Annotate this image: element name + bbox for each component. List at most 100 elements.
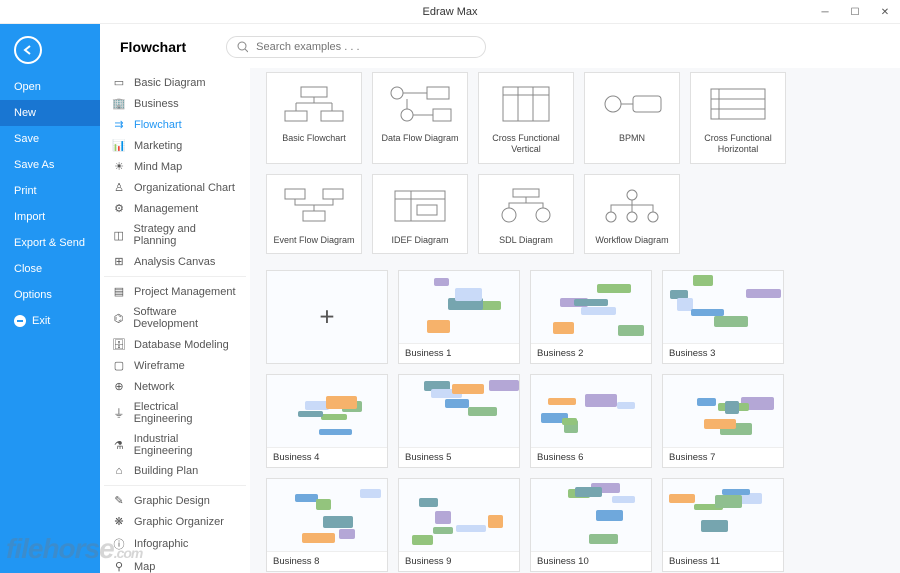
template-label: BPMN <box>619 133 645 144</box>
category-item-strategy-and-planning[interactable]: ◫ Strategy and Planning <box>104 219 246 251</box>
example-card-business-9[interactable]: Business 9 <box>398 478 520 572</box>
sidebar-item-print[interactable]: Print <box>0 178 100 204</box>
example-card-business-2[interactable]: Business 2 <box>530 270 652 364</box>
maximize-button[interactable]: ☐ <box>840 0 870 24</box>
template-card-bpmn[interactable]: BPMN <box>584 72 680 164</box>
search-box[interactable] <box>226 36 486 58</box>
sidebar-item-options[interactable]: Options <box>0 282 100 308</box>
app-window: Edraw Max ─ ☐ ✕ OpenNewSaveSave AsPrintI… <box>0 0 900 573</box>
example-card-business-8[interactable]: Business 8 <box>266 478 388 572</box>
category-item-management[interactable]: ⚙Management <box>104 198 246 219</box>
category-icon: ▭ <box>112 76 126 89</box>
sidebar-item-exit[interactable]: Exit <box>0 308 100 334</box>
template-card-event-flow-diagram[interactable]: Event Flow Diagram <box>266 174 362 255</box>
sidebar-item-save-as[interactable]: Save As <box>0 152 100 178</box>
template-card-cross-functional-horizontal[interactable]: Cross Functional Horizontal <box>690 72 786 164</box>
sidebar-item-new[interactable]: New <box>0 100 100 126</box>
category-item-database-modeling[interactable]: 🗄Database Modeling <box>104 334 246 355</box>
example-card-business-6[interactable]: Business 6 <box>530 374 652 468</box>
minimize-button[interactable]: ─ <box>810 0 840 24</box>
category-group-0: ▭Basic Diagram🏢Business⇉Flowchart📊Market… <box>104 68 246 277</box>
sidebar-item-open[interactable]: Open <box>0 74 100 100</box>
example-preview <box>267 479 387 551</box>
category-icon: ▢ <box>112 359 126 372</box>
category-item-graphic-organizer[interactable]: ❋Graphic Organizer <box>104 511 246 532</box>
sidebar-item-close[interactable]: Close <box>0 256 100 282</box>
category-item-analysis-canvas[interactable]: ⊞Analysis Canvas <box>104 251 246 272</box>
template-card-idef-diagram[interactable]: IDEF Diagram <box>372 174 468 255</box>
category-item-graphic-design[interactable]: ✎Graphic Design <box>104 490 246 511</box>
category-item-basic-diagram[interactable]: ▭Basic Diagram <box>104 72 246 93</box>
category-item-building-plan[interactable]: ⌂Building Plan <box>104 461 246 481</box>
sidebar-item-save[interactable]: Save <box>0 126 100 152</box>
template-thumb-icon <box>377 83 463 125</box>
example-preview <box>663 375 783 447</box>
category-item-industrial-engineering[interactable]: ⚗Industrial Engineering <box>104 429 246 461</box>
template-thumb-icon <box>589 83 675 125</box>
example-label: Business 6 <box>531 447 651 467</box>
example-card-business-1[interactable]: Business 1 <box>398 270 520 364</box>
main-panel: Flowchart ▭Basic Diagram🏢Business⇉Flowch… <box>100 24 900 573</box>
plus-icon: + <box>267 271 387 363</box>
main-header: Flowchart <box>100 24 900 68</box>
close-button[interactable]: ✕ <box>870 0 900 24</box>
category-item-wireframe[interactable]: ▢ Wireframe <box>104 355 246 376</box>
template-card-data-flow-diagram[interactable]: Data Flow Diagram <box>372 72 468 164</box>
search-input[interactable] <box>256 41 475 53</box>
category-list[interactable]: ▭Basic Diagram🏢Business⇉Flowchart📊Market… <box>100 68 250 573</box>
example-card-business-4[interactable]: Business 4 <box>266 374 388 468</box>
sidebar-item-label: Export & Send <box>14 237 85 249</box>
category-group-1: ▤Project Management⌬Software Development… <box>104 277 246 486</box>
category-icon: ❋ <box>112 515 126 528</box>
category-label: Software Development <box>133 306 238 330</box>
category-item-software-development[interactable]: ⌬Software Development <box>104 302 246 334</box>
sidebar-item-label: Close <box>14 263 42 275</box>
template-gallery[interactable]: Basic FlowchartData Flow DiagramCross Fu… <box>250 68 900 573</box>
category-icon: ⚲ <box>112 560 126 573</box>
template-label: SDL Diagram <box>499 235 553 246</box>
example-preview <box>663 271 783 343</box>
category-item-electrical-engineering[interactable]: ⏚Electrical Engineering <box>104 397 246 429</box>
category-item-map[interactable]: ⚲Map <box>104 556 246 573</box>
back-button[interactable] <box>14 36 42 64</box>
category-icon: ⚙ <box>112 202 126 215</box>
category-item-organizational-chart[interactable]: ♙Organizational Chart <box>104 177 246 198</box>
category-item-flowchart[interactable]: ⇉Flowchart <box>104 114 246 135</box>
category-item-project-management[interactable]: ▤Project Management <box>104 281 246 302</box>
template-card-workflow-diagram[interactable]: Workflow Diagram <box>584 174 680 255</box>
template-card-sdl-diagram[interactable]: SDL Diagram <box>478 174 574 255</box>
example-card-business-10[interactable]: Business 10 <box>530 478 652 572</box>
example-card-business-3[interactable]: Business 3 <box>662 270 784 364</box>
category-icon: ⊕ <box>112 380 126 393</box>
file-sidebar: OpenNewSaveSave As Print Import Export & Se… <box>0 24 100 573</box>
category-item-business[interactable]: 🏢Business <box>104 93 246 114</box>
category-icon: ⇉ <box>112 118 126 131</box>
new-blank-template[interactable]: + <box>266 270 388 364</box>
category-item-mind-map[interactable]: ☀Mind Map <box>104 156 246 177</box>
template-card-basic-flowchart[interactable]: Basic Flowchart <box>266 72 362 164</box>
example-label: Business 7 <box>663 447 783 467</box>
sidebar-item-label: Print <box>14 185 37 197</box>
example-card-business-11[interactable]: Business 11 <box>662 478 784 572</box>
category-icon: 🏢 <box>112 97 126 110</box>
example-preview <box>399 375 519 447</box>
arrow-left-icon <box>21 43 35 57</box>
category-label: Database Modeling <box>134 339 229 351</box>
example-card-business-7[interactable]: Business 7 <box>662 374 784 468</box>
category-label: Wireframe <box>134 360 185 372</box>
category-label: Marketing <box>134 140 182 152</box>
exit-icon <box>14 315 26 327</box>
category-item-network[interactable]: ⊕Network <box>104 376 246 397</box>
template-label: Workflow Diagram <box>595 235 668 246</box>
category-item-infographic[interactable]: ⓘInfographic <box>104 532 246 556</box>
category-icon: ⌂ <box>112 465 126 477</box>
category-icon: ◫ <box>112 229 126 242</box>
example-card-business-5[interactable]: Business 5 <box>398 374 520 468</box>
sidebar-item-import[interactable]: Import <box>0 204 100 230</box>
sidebar-item-export-send[interactable]: Export & Send <box>0 230 100 256</box>
template-thumb-icon <box>695 83 781 125</box>
category-label: Strategy and Planning <box>134 223 238 247</box>
category-item-marketing[interactable]: 📊Marketing <box>104 135 246 156</box>
example-label: Business 11 <box>663 551 783 571</box>
template-card-cross-functional-vertical[interactable]: Cross Functional Vertical <box>478 72 574 164</box>
